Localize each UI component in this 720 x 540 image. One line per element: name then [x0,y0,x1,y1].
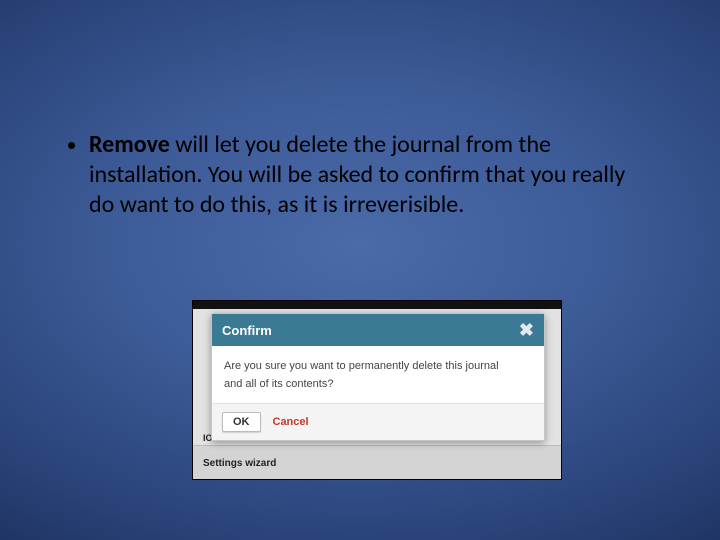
dialog-body: Are you sure you want to permanently del… [212,346,544,404]
slide: Remove will let you delete the journal f… [0,0,720,540]
dialog-body-line1: Are you sure you want to permanently del… [224,358,532,376]
close-icon[interactable]: ✖ [519,321,534,339]
dialog-header: Confirm ✖ [212,314,544,346]
confirm-dialog: Confirm ✖ Are you sure you want to perma… [211,313,545,441]
bullet-rest: will let you delete the journal from the… [89,130,625,219]
dialog-actions: OK Cancel [212,404,544,440]
ok-button[interactable]: OK [222,412,261,432]
settings-wizard-label: Settings wizard [203,458,276,469]
cancel-button[interactable]: Cancel [273,416,309,428]
bullet-item: Remove will let you delete the journal f… [68,130,660,220]
dialog-title: Confirm [222,323,272,338]
bullet-text: Remove will let you delete the journal f… [89,130,649,220]
screenshot-top-bar [193,301,561,309]
embedded-screenshot: IOW Settings wizard Confirm ✖ Are you su… [192,300,562,480]
bullet-bold: Remove [89,130,170,159]
dialog-body-line2: and all of its contents? [224,376,532,394]
bullet-dot-icon [68,142,75,149]
